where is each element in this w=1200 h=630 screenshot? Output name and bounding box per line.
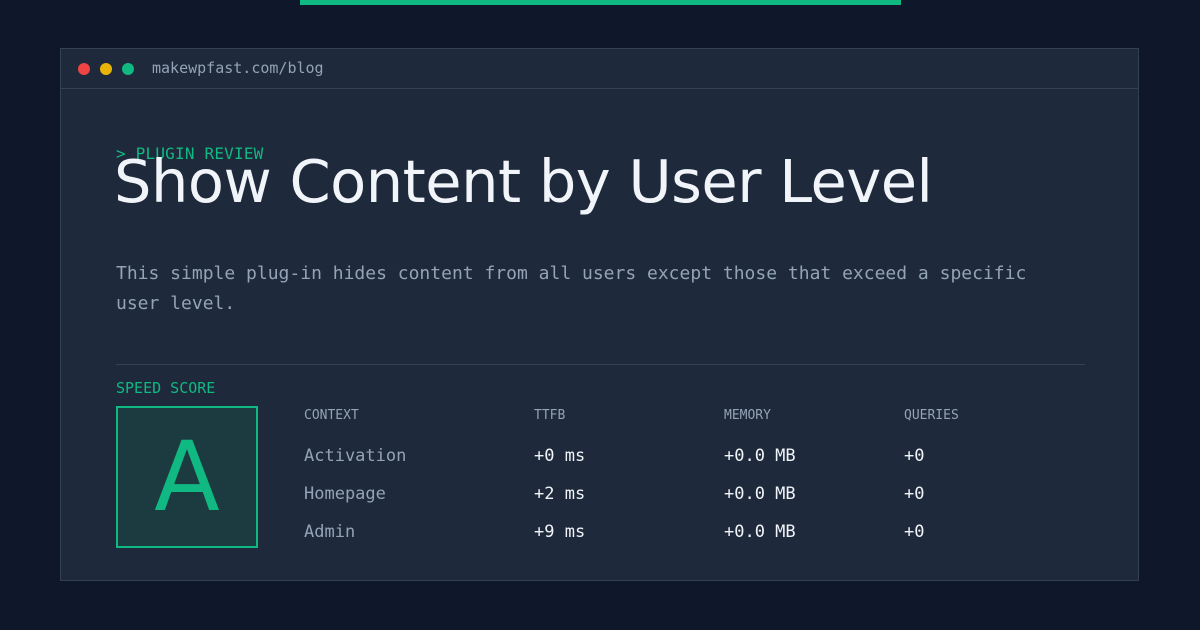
table-header-context: CONTEXT — [304, 408, 359, 423]
table-row-queries: +0 — [904, 446, 925, 466]
top-accent-bar — [300, 0, 901, 5]
window-titlebar: makewpfast.com/blog — [61, 49, 1138, 89]
table-row-memory: +0.0 MB — [724, 446, 796, 466]
table-row-ttfb: +0 ms — [534, 446, 586, 466]
table-header-memory: MEMORY — [724, 408, 771, 423]
speed-score-label: SPEED SCORE — [116, 379, 216, 397]
table-row-ttfb: +2 ms — [534, 484, 586, 504]
table-row-queries: +0 — [904, 484, 925, 504]
section-divider — [116, 364, 1085, 365]
table-header-ttfb: TTFB — [534, 408, 566, 423]
table-row-context: Admin — [304, 522, 356, 542]
table-row-queries: +0 — [904, 522, 925, 542]
page-url: makewpfast.com/blog — [152, 59, 324, 77]
browser-window: makewpfast.com/blog > PLUGIN REVIEW Show… — [60, 48, 1139, 581]
close-window-dot-icon[interactable] — [78, 63, 90, 75]
speed-grade-box: A — [116, 406, 258, 548]
table-row-memory: +0.0 MB — [724, 484, 796, 504]
maximize-window-dot-icon[interactable] — [122, 63, 134, 75]
table-header-queries: QUERIES — [904, 408, 959, 423]
table-row-ttfb: +9 ms — [534, 522, 586, 542]
minimize-window-dot-icon[interactable] — [100, 63, 112, 75]
table-row-context: Homepage — [304, 484, 386, 504]
speed-grade: A — [154, 421, 220, 533]
article-title: Show Content by User Level — [114, 147, 933, 216]
table-row-context: Activation — [304, 446, 407, 466]
table-row-memory: +0.0 MB — [724, 522, 796, 542]
article-description: This simple plug-in hides content from a… — [116, 263, 1027, 314]
